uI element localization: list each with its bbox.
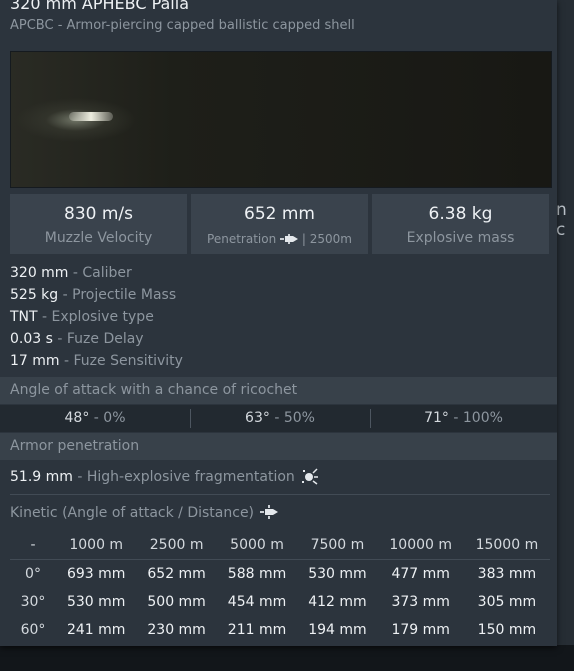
table-corner: - xyxy=(10,531,56,560)
shell-subtitle: APCBC - Armor-piercing capped ballistic … xyxy=(10,18,355,33)
penetration-label: Penetration xyxy=(207,232,277,246)
table-cell: 588 mm xyxy=(227,566,287,582)
penetration-label-row: Penetration | 2500m xyxy=(191,232,368,246)
table-cell: 373 mm xyxy=(391,594,450,610)
property-projectile-mass: 525 kg - Projectile Mass xyxy=(10,287,177,303)
table-header-row: - 1000 m 2500 m 5000 m 7500 m 10000 m 15… xyxy=(10,531,550,560)
stat-explosive-mass: 6.38 kg Explosive mass xyxy=(372,194,549,254)
background-footer xyxy=(0,645,574,671)
table-row: 0° 693 mm 652 mm 588 mm 530 mm 477 mm 38… xyxy=(10,560,550,589)
stat-penetration: 652 mm Penetration | 2500m xyxy=(191,194,368,254)
penetration-distance: | 2500m xyxy=(301,232,352,246)
column-header: 5000 m xyxy=(216,531,298,560)
ricochet-item: 63° - 50% xyxy=(245,410,315,426)
shell-penetration-icon xyxy=(280,234,299,244)
table-cell: 305 mm xyxy=(477,594,537,610)
ricochet-item: 71° - 100% xyxy=(424,410,503,426)
muzzle-velocity-label: Muzzle Velocity xyxy=(44,230,153,246)
muzzle-velocity-value: 830 m/s xyxy=(64,204,133,224)
table-cell: 179 mm xyxy=(391,622,450,638)
ricochet-row: 48° - 0% 63° - 50% 71° - 100% xyxy=(0,405,557,432)
property-explosive-type: TNT - Explosive type xyxy=(10,309,154,325)
shell-title: 320 mm APHEBC Palla xyxy=(10,0,189,13)
table-row: 60° 241 mm 230 mm 211 mm 194 mm 179 mm 1… xyxy=(10,616,550,644)
column-header: 10000 m xyxy=(377,531,464,560)
table-cell: 454 mm xyxy=(227,594,287,610)
row-angle: 30° xyxy=(20,594,46,610)
table-cell: 230 mm xyxy=(147,622,206,638)
row-angle: 0° xyxy=(25,566,41,582)
property-fuze-sensitivity: 17 mm - Fuze Sensitivity xyxy=(10,353,183,369)
explosive-mass-value: 6.38 kg xyxy=(428,204,493,224)
table-cell: 383 mm xyxy=(477,566,537,582)
column-header: 15000 m xyxy=(463,531,550,560)
table-cell: 693 mm xyxy=(66,566,126,582)
table-cell: 150 mm xyxy=(477,622,537,638)
column-header: 7500 m xyxy=(297,531,378,560)
explosive-mass-label: Explosive mass xyxy=(406,230,515,246)
property-fuze-delay: 0.03 s - Fuze Delay xyxy=(10,331,144,347)
table-cell: 530 mm xyxy=(308,566,367,582)
shell-properties: 320 mm - Caliber 525 kg - Projectile Mas… xyxy=(10,262,183,372)
table-cell: 530 mm xyxy=(66,594,126,610)
table-cell: 477 mm xyxy=(391,566,450,582)
stat-muzzle-velocity: 830 m/s Muzzle Velocity xyxy=(10,194,187,254)
property-caliber: 320 mm - Caliber xyxy=(10,265,132,281)
table-cell: 652 mm xyxy=(147,566,206,582)
row-angle: 60° xyxy=(20,622,46,638)
fragmentation-icon xyxy=(302,468,319,485)
shell-tooltip: 320 mm APHEBC Palla APCBC - Armor-pierci… xyxy=(0,0,557,646)
ricochet-section-header: Angle of attack with a chance of ricoche… xyxy=(0,377,557,404)
background-text-fragment: n c xyxy=(556,200,567,240)
shell-penetration-icon xyxy=(260,505,279,519)
armor-penetration-header: Armor penetration xyxy=(0,433,557,460)
table-cell: 412 mm xyxy=(308,594,367,610)
table-row: 30° 530 mm 500 mm 454 mm 412 mm 373 mm 3… xyxy=(10,588,550,616)
background-panel xyxy=(556,0,574,671)
table-cell: 211 mm xyxy=(227,622,287,638)
kinetic-title: Kinetic (Angle of attack / Distance) xyxy=(10,503,279,521)
kinetic-penetration-table: - 1000 m 2500 m 5000 m 7500 m 10000 m 15… xyxy=(10,531,550,644)
shell-preview-video xyxy=(10,51,552,188)
table-cell: 241 mm xyxy=(66,622,126,638)
column-header: 1000 m xyxy=(56,531,137,560)
section-divider xyxy=(10,494,550,495)
penetration-value: 652 mm xyxy=(244,204,315,224)
ricochet-item: 48° - 0% xyxy=(64,410,126,426)
column-header: 2500 m xyxy=(136,531,217,560)
fragmentation-penetration: 51.9 mm - High-explosive fragmentation xyxy=(10,467,319,485)
shell-image xyxy=(69,112,113,121)
table-cell: 500 mm xyxy=(147,594,206,610)
table-cell: 194 mm xyxy=(308,622,367,638)
